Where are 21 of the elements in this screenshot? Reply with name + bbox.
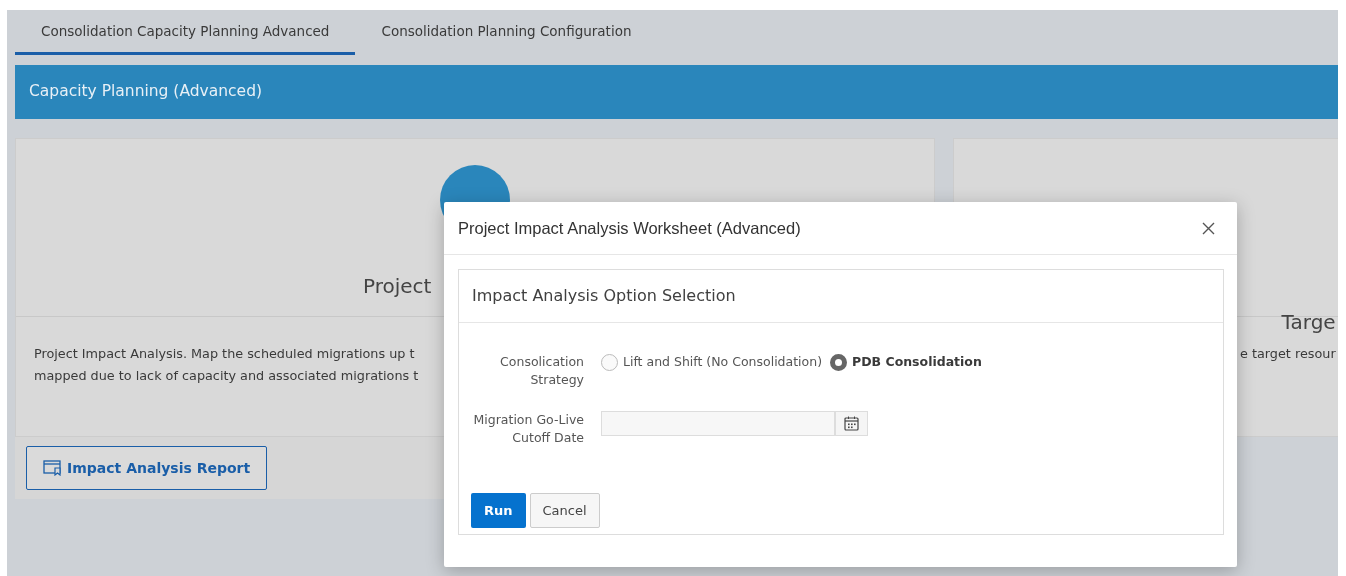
field-label: Migration Go-Live Cutoff Date bbox=[472, 411, 584, 447]
close-icon bbox=[1202, 221, 1215, 235]
date-input[interactable] bbox=[601, 411, 835, 436]
banner-title: Capacity Planning (Advanced) bbox=[29, 81, 262, 103]
card-description: Project Impact Analysis. Map the scheduled migrations up t bbox=[34, 345, 415, 363]
radio-option[interactable]: Lift and Shift (No Consolidation) bbox=[601, 353, 823, 372]
report-icon bbox=[43, 460, 63, 476]
card-title: Targe bbox=[1281, 309, 1336, 336]
tab[interactable]: Consolidation Planning Configuration bbox=[355, 10, 658, 55]
region-title: Impact Analysis Option Selection bbox=[472, 285, 736, 307]
run-button[interactable]: Run bbox=[471, 493, 526, 528]
tab[interactable]: Consolidation Capacity Planning Advanced bbox=[15, 10, 356, 55]
calendar-button[interactable] bbox=[835, 411, 868, 436]
card-description: mapped due to lack of capacity and associated migrations t bbox=[34, 367, 419, 385]
report-button[interactable]: Impact Analysis Report bbox=[26, 446, 268, 490]
field-label: Consolication Strategy bbox=[499, 353, 584, 389]
radio-option[interactable]: PDB Consolidation bbox=[830, 353, 982, 372]
dialog-title: Project Impact Analysis Worksheet (Advanced) bbox=[458, 217, 801, 239]
cancel-button[interactable]: Cancel bbox=[529, 493, 600, 528]
card-description: e target resour bbox=[1240, 345, 1336, 363]
card-title: Project bbox=[363, 273, 432, 300]
